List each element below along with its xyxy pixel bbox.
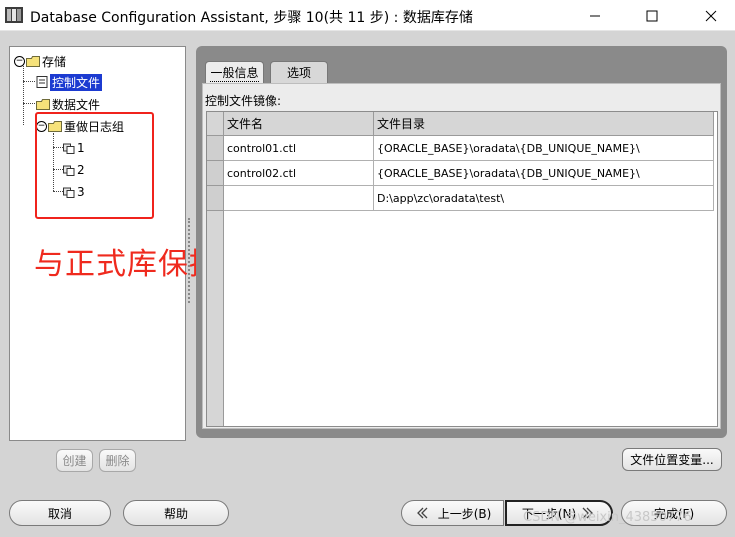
tree-label-selected: 控制文件 xyxy=(50,73,103,91)
tree-node-storage[interactable]: − 存储 xyxy=(14,52,66,70)
minimize-icon xyxy=(590,15,600,16)
table-cell-directory[interactable]: D:\app\zc\oradata\test\ xyxy=(374,186,714,211)
cancel-button[interactable]: 取消 xyxy=(9,500,111,526)
maximize-button[interactable] xyxy=(629,0,675,31)
folder-icon xyxy=(36,98,50,110)
minimize-button[interactable] xyxy=(572,0,618,31)
back-button[interactable]: 上一步(B) xyxy=(401,500,504,526)
row-header[interactable] xyxy=(207,161,224,186)
tab-options[interactable]: 选项 xyxy=(270,61,328,83)
details-panel: 一般信息 选项 控制文件镜像: 文件名 文件目录 control01.ctl {… xyxy=(196,46,727,438)
help-button[interactable]: 帮助 xyxy=(123,500,229,526)
close-icon xyxy=(705,10,717,21)
tree-node-control-files[interactable]: 控制文件 xyxy=(36,73,103,91)
window-title: Database Configuration Assistant, 步骤 10(… xyxy=(30,10,473,26)
control-file-icon xyxy=(36,76,48,88)
chevron-left-icon xyxy=(416,507,428,519)
table-corner xyxy=(207,112,224,136)
table-cell-filename[interactable] xyxy=(224,186,374,211)
control-file-table: 文件名 文件目录 control01.ctl {ORACLE_BASE}\ora… xyxy=(206,111,718,427)
column-header-directory[interactable]: 文件目录 xyxy=(374,112,714,136)
database-icon xyxy=(5,7,23,23)
column-header-filename[interactable]: 文件名 xyxy=(224,112,374,136)
collapse-icon[interactable]: − xyxy=(14,55,25,67)
title-bar: Database Configuration Assistant, 步骤 10(… xyxy=(0,0,735,31)
annotation-highlight-box xyxy=(35,112,154,219)
panel-splitter[interactable] xyxy=(188,218,191,303)
table-cell-directory[interactable]: {ORACLE_BASE}\oradata\{DB_UNIQUE_NAME}\ xyxy=(374,136,714,161)
tab-general[interactable]: 一般信息 xyxy=(205,61,264,84)
file-location-variables-button[interactable]: 文件位置变量... xyxy=(622,448,722,471)
tree-label: 数据文件 xyxy=(52,97,101,112)
folder-icon xyxy=(26,55,40,67)
create-button[interactable]: 创建 xyxy=(56,449,93,472)
watermark: CSDN @weixin_43850776 xyxy=(523,510,692,525)
table-cell-filename[interactable]: control02.ctl xyxy=(224,161,374,186)
tab-general-content: 控制文件镜像: 文件名 文件目录 control01.ctl {ORACLE_B… xyxy=(202,83,721,429)
maximize-icon xyxy=(646,10,658,21)
close-button[interactable] xyxy=(688,0,734,31)
section-label: 控制文件镜像: xyxy=(205,94,282,108)
table-cell-filename[interactable]: control01.ctl xyxy=(224,136,374,161)
table-cell-directory[interactable]: {ORACLE_BASE}\oradata\{DB_UNIQUE_NAME}\ xyxy=(374,161,714,186)
row-header[interactable] xyxy=(207,136,224,161)
row-header[interactable] xyxy=(207,186,224,211)
tree-label: 存储 xyxy=(42,54,67,69)
delete-button[interactable]: 删除 xyxy=(99,449,136,472)
tree-node-data-files[interactable]: 数据文件 xyxy=(36,95,100,113)
